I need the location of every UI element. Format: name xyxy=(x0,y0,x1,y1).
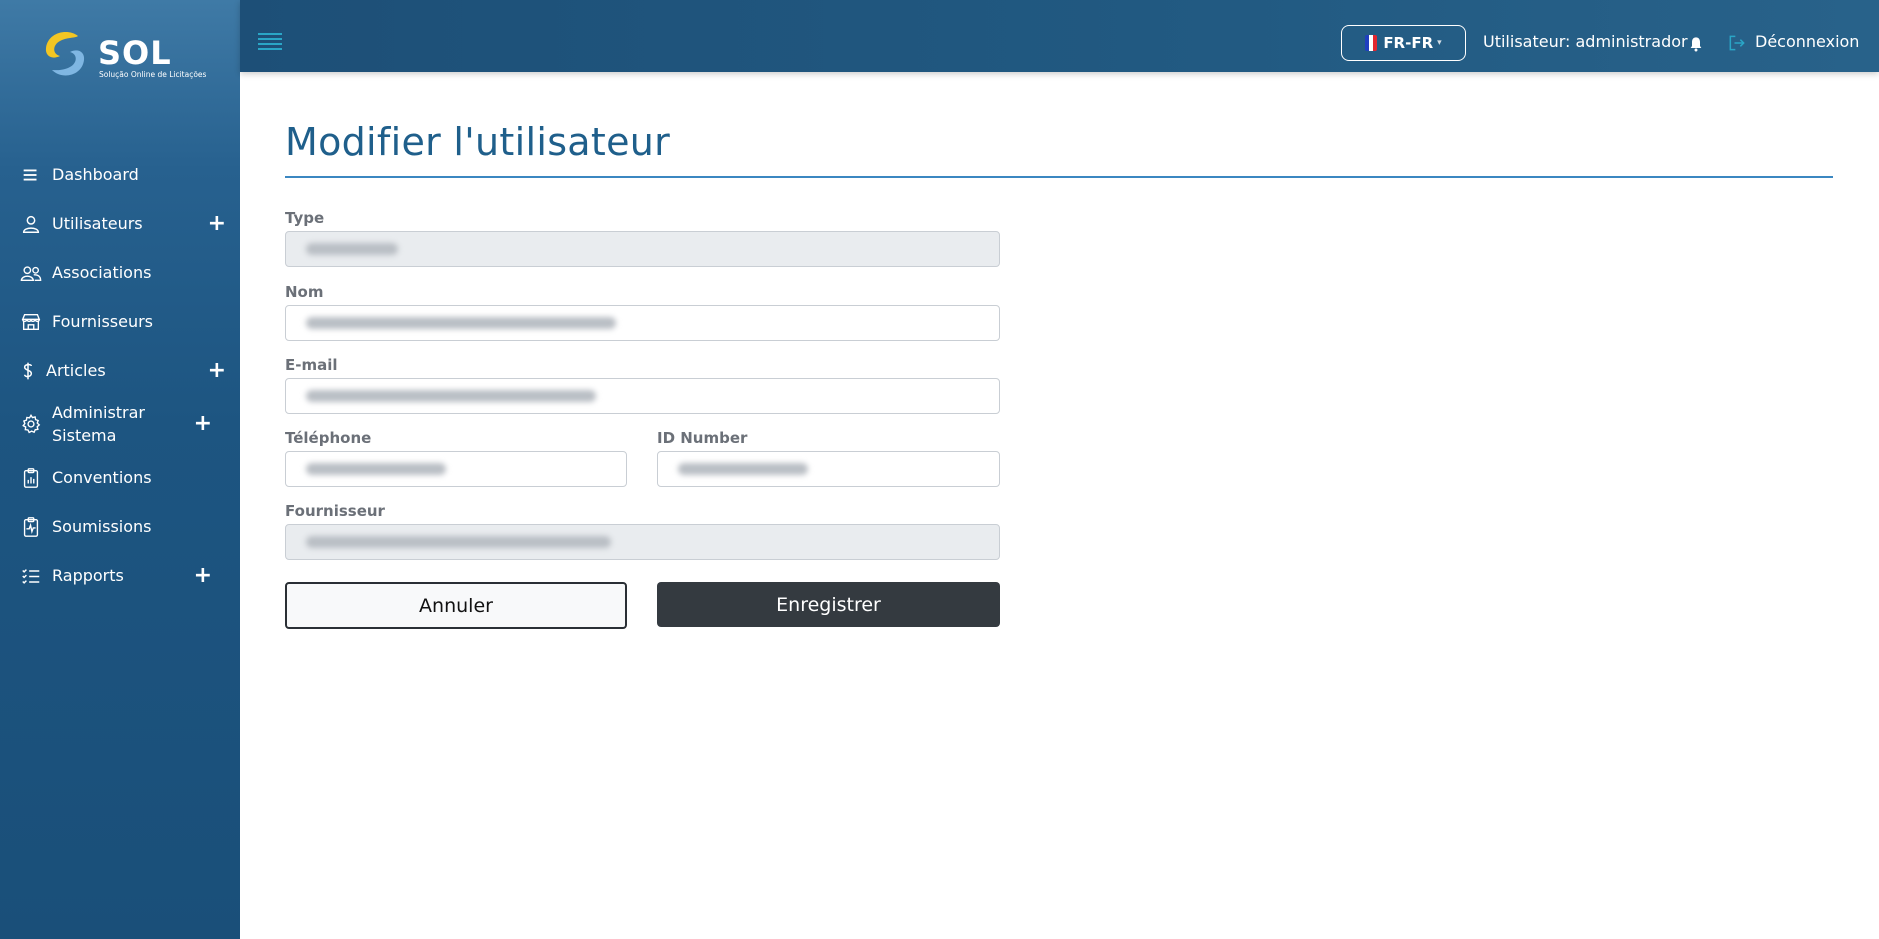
expand-plus-icon[interactable]: + xyxy=(194,413,212,435)
sidebar-item-conventions[interactable]: Conventions xyxy=(0,453,240,502)
redacted-value xyxy=(306,390,596,402)
brand-name: SOL xyxy=(98,34,172,72)
clipboard-pulse-icon xyxy=(18,515,44,539)
logout-link[interactable]: Déconnexion xyxy=(1755,32,1859,51)
sidebar-nav: Dashboard Utilisateurs + Associations Fo… xyxy=(0,150,240,600)
expand-plus-icon[interactable]: + xyxy=(208,359,226,382)
bell-icon[interactable] xyxy=(1688,36,1704,52)
menu-icon xyxy=(18,163,44,187)
email-field[interactable] xyxy=(285,378,1000,414)
phone-field[interactable] xyxy=(285,451,627,487)
redacted-value xyxy=(306,536,611,548)
brand-tagline: Solução Online de Licitações xyxy=(99,70,207,79)
sidebar-item-articles[interactable]: Articles + xyxy=(0,346,240,395)
type-label: Type xyxy=(285,209,325,227)
cancel-button[interactable]: Annuler xyxy=(285,582,627,629)
sidebar-item-label: Utilisateurs xyxy=(52,214,143,233)
page-title: Modifier l'utilisateur xyxy=(285,120,671,164)
sidebar-item-label: Rapports xyxy=(52,566,124,585)
logout-icon[interactable] xyxy=(1727,33,1747,53)
language-selector[interactable]: FR-FR ▾ xyxy=(1341,25,1466,61)
topbar: FR-FR ▾ Utilisateur: administrador Décon… xyxy=(240,0,1879,72)
sidebar-item-label: Conventions xyxy=(52,468,152,487)
phone-label: Téléphone xyxy=(285,429,372,447)
name-field[interactable] xyxy=(285,305,1000,341)
sidebar-item-administrar-sistema[interactable]: Administrar Sistema + xyxy=(0,395,240,453)
store-icon xyxy=(18,310,44,334)
sidebar-item-dashboard[interactable]: Dashboard xyxy=(0,150,240,199)
sidebar-item-label: Soumissions xyxy=(52,517,152,536)
sidebar-item-associations[interactable]: Associations xyxy=(0,248,240,297)
chevron-down-icon: ▾ xyxy=(1437,38,1442,48)
current-user: Utilisateur: administrador xyxy=(1483,32,1688,51)
redacted-value xyxy=(306,317,616,329)
expand-plus-icon[interactable]: + xyxy=(208,212,226,235)
gear-icon xyxy=(18,412,44,436)
redacted-value xyxy=(306,243,398,255)
email-label: E-mail xyxy=(285,356,338,374)
supplier-label: Fournisseur xyxy=(285,502,385,520)
sidebar-item-rapports[interactable]: Rapports + xyxy=(0,551,240,600)
user-icon xyxy=(18,212,44,236)
sidebar-item-soumissions[interactable]: Soumissions xyxy=(0,502,240,551)
sidebar-item-label: Administrar Sistema xyxy=(52,403,146,445)
id-number-field[interactable] xyxy=(657,451,1000,487)
sol-logo-icon xyxy=(45,32,85,76)
title-divider xyxy=(285,176,1833,178)
france-flag-icon xyxy=(1365,35,1378,51)
sidebar-item-label: Dashboard xyxy=(52,165,139,184)
clipboard-chart-icon xyxy=(18,466,44,490)
id-number-label: ID Number xyxy=(657,429,748,447)
sidebar-item-label: Articles xyxy=(46,361,106,380)
sidebar-item-label: Associations xyxy=(52,263,152,282)
redacted-value xyxy=(678,463,808,475)
save-button[interactable]: Enregistrer xyxy=(657,582,1000,627)
type-field xyxy=(285,231,1000,267)
dollar-icon xyxy=(18,359,38,383)
sidebar-item-utilisateurs[interactable]: Utilisateurs + xyxy=(0,199,240,248)
list-check-icon xyxy=(18,564,44,588)
language-code: FR-FR xyxy=(1383,34,1434,52)
sol-logo[interactable]: SOL Solução Online de Licitações xyxy=(38,26,208,84)
sidebar-item-label: Fournisseurs xyxy=(52,312,154,331)
hamburger-menu-icon[interactable] xyxy=(258,33,282,53)
sidebar: SOL Solução Online de Licitações Dashboa… xyxy=(0,0,240,939)
supplier-field xyxy=(285,524,1000,560)
expand-plus-icon[interactable]: + xyxy=(194,564,212,587)
users-group-icon xyxy=(18,261,44,285)
sidebar-item-fournisseurs[interactable]: Fournisseurs xyxy=(0,297,240,346)
name-label: Nom xyxy=(285,283,324,301)
redacted-value xyxy=(306,463,446,475)
